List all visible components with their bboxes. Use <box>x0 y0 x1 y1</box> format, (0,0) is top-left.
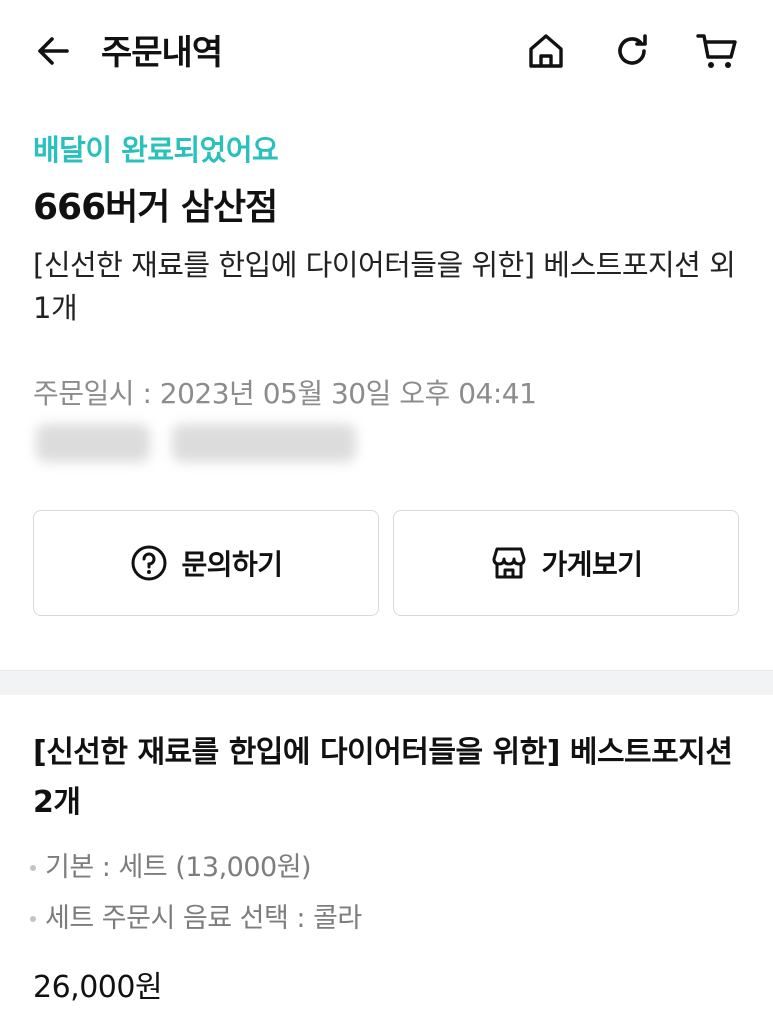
store-name: 666버거 삼산점 <box>33 187 278 228</box>
home-button[interactable] <box>521 28 571 78</box>
app-header: 주문내역 <box>0 0 773 106</box>
order-date: 주문일시 : 2023년 05월 30일 오후 04:41 <box>33 377 537 410</box>
cart-button[interactable] <box>692 28 742 78</box>
refresh-icon <box>611 30 653 76</box>
page-title: 주문내역 <box>101 33 223 73</box>
redacted-info <box>172 424 356 462</box>
order-summary: [신선한 재료를 한입에 다이어터들을 위한] 베스트포지션 외 1개 <box>33 248 736 325</box>
menu-option: 세트 주문시 음료 선택 : 콜라 <box>28 900 362 938</box>
redacted-info <box>36 424 150 462</box>
inquiry-label: 문의하기 <box>181 548 283 581</box>
bullet-icon <box>30 916 36 922</box>
back-button[interactable] <box>28 28 78 78</box>
store-icon <box>489 543 529 583</box>
view-store-button[interactable]: 가게보기 <box>393 510 739 616</box>
delivery-status: 배달이 완료되었어요 <box>33 133 279 167</box>
option-text: 기본 : 세트 (13,000원) <box>45 852 312 883</box>
menu-item-name: [신선한 재료를 한입에 다이어터들을 위한] 베스트포지션 2개 <box>33 735 733 820</box>
refresh-button[interactable] <box>607 28 657 78</box>
inquiry-button[interactable]: 문의하기 <box>33 510 379 616</box>
bullet-icon <box>30 865 36 871</box>
cart-icon <box>695 29 739 77</box>
home-icon <box>525 30 567 76</box>
menu-price: 26,000원 <box>33 970 163 1005</box>
question-circle-icon <box>129 543 169 583</box>
arrow-left-icon <box>33 31 73 75</box>
view-store-label: 가게보기 <box>541 548 643 581</box>
option-text: 세트 주문시 음료 선택 : 콜라 <box>45 903 362 934</box>
section-divider <box>0 670 773 695</box>
menu-option: 기본 : 세트 (13,000원) <box>28 849 312 887</box>
